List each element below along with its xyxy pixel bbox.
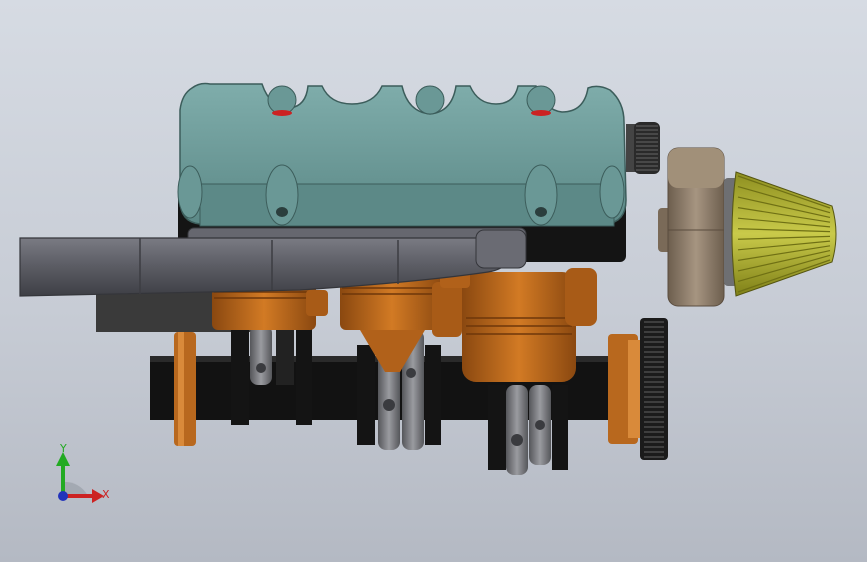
marker-red-right — [531, 110, 551, 116]
triad-y-label: Y — [59, 442, 67, 455]
triad-z-axis — [58, 491, 68, 501]
connecting-rod-3[interactable] — [488, 385, 568, 475]
valve-cover[interactable] — [177, 82, 627, 227]
flywheel[interactable] — [174, 332, 196, 446]
marker-red-left — [272, 110, 292, 116]
reference-triad: Y X — [56, 442, 110, 503]
cad-viewport[interactable]: Y X — [0, 0, 867, 562]
turbo-housing[interactable] — [658, 147, 725, 307]
cam-pulley[interactable] — [626, 122, 660, 174]
air-filter[interactable] — [724, 171, 837, 297]
timing-pulley[interactable] — [608, 318, 668, 460]
triad-x-label: X — [102, 488, 110, 501]
piston-3[interactable] — [440, 262, 597, 382]
